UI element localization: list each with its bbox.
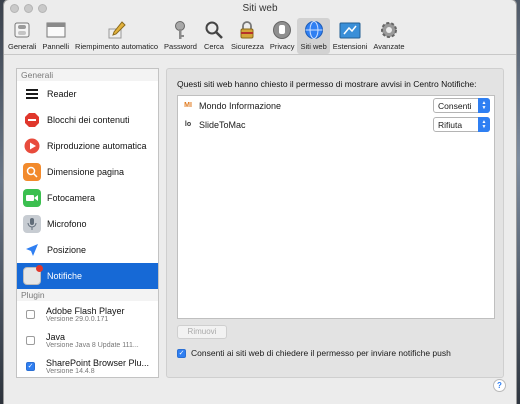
sidebar-item-dimensione-pagina[interactable]: Dimensione pagina xyxy=(17,159,158,185)
plugin-version: Versione 14.4.8 xyxy=(46,367,95,375)
websites-sidebar: Generali Reader Blocchi dei contenuti Ri… xyxy=(16,68,159,378)
site-name: Mondo Informazione xyxy=(199,100,282,111)
allow-push-requests[interactable]: ✓ Consenti ai siti web di chiedere il pe… xyxy=(177,348,451,358)
plugin-name: Adobe Flash Player xyxy=(46,305,125,316)
tabs-icon xyxy=(45,19,67,41)
tab-password[interactable]: Password xyxy=(161,18,200,54)
plugin-item: Adobe Flash Player Versione 29.0.0.171 xyxy=(17,301,158,327)
sidebar-item-label: Posizione xyxy=(47,245,87,255)
sidebar-item-label: Microfono xyxy=(47,219,87,229)
zoom-icon xyxy=(23,163,41,181)
site-favicon: MI xyxy=(184,102,192,109)
plugin-item: Java Versione Java 8 Update 111... xyxy=(17,327,158,353)
preferences-window: Siti web Generali Pannelli Riempimento a… xyxy=(4,0,516,404)
stop-icon xyxy=(23,111,41,129)
sidebar-item-label: Blocchi dei contenuti xyxy=(47,115,130,125)
sidebar-item-riproduzione-automatica[interactable]: Riproduzione automatica xyxy=(17,133,158,159)
plugin-version: Versione 29.0.0.171 xyxy=(46,315,109,323)
panel-description: Questi siti web hanno chiesto il permess… xyxy=(177,79,477,89)
sidebar-item-notifiche[interactable]: Notifiche xyxy=(17,263,158,289)
hand-icon xyxy=(271,19,293,41)
sidebar-item-label: Reader xyxy=(47,89,77,99)
tab-pannelli[interactable]: Pannelli xyxy=(39,18,72,54)
lock-icon xyxy=(236,19,258,41)
permission-value: Consenti xyxy=(438,100,472,111)
sidebar-item-blocchi-dei-contenuti[interactable]: Blocchi dei contenuti xyxy=(17,107,158,133)
plugin-item: ✓ SharePoint Browser Plu... Versione 14.… xyxy=(17,353,158,377)
permission-select[interactable]: Consenti ▲ ▼ xyxy=(433,98,490,113)
websites-pane: Generali Reader Blocchi dei contenuti Ri… xyxy=(4,56,516,404)
site-row[interactable]: lo SlideToMac Rifiuta ▲ ▼ xyxy=(178,115,494,134)
plugin-version: Versione Java 8 Update 111... xyxy=(46,341,139,349)
tab-riempimento-automatico[interactable]: Riempimento automatico xyxy=(72,18,161,54)
tab-siti-web[interactable]: Siti web xyxy=(297,18,330,54)
sidebar-item-label: Fotocamera xyxy=(47,193,96,203)
sidebar-item-label: Riproduzione automatica xyxy=(47,141,147,151)
site-row[interactable]: MI Mondo Informazione Consenti ▲ ▼ xyxy=(178,96,494,115)
remove-button[interactable]: Rimuovi xyxy=(177,325,227,339)
magnifier-icon xyxy=(203,19,225,41)
tab-cerca[interactable]: Cerca xyxy=(200,18,228,54)
key-icon xyxy=(169,19,191,41)
sidebar-item-microfono[interactable]: Microfono xyxy=(17,211,158,237)
preferences-toolbar: Generali Pannelli Riempimento automatico… xyxy=(4,18,516,55)
location-icon xyxy=(23,241,41,259)
notifications-icon xyxy=(23,265,43,285)
allow-push-label: Consenti ai siti web di chiedere il perm… xyxy=(191,348,451,358)
microphone-icon xyxy=(23,215,41,233)
plugin-name: Java xyxy=(46,331,66,342)
site-list[interactable]: MI Mondo Informazione Consenti ▲ ▼ lo Sli… xyxy=(177,95,495,319)
plugin-name: SharePoint Browser Plu... xyxy=(46,357,150,368)
general-switch-icon xyxy=(11,19,33,41)
help-button[interactable]: ? xyxy=(493,379,506,392)
play-icon xyxy=(23,137,41,155)
chevron-updown-icon: ▲ ▼ xyxy=(478,117,490,132)
reader-icon xyxy=(23,85,41,103)
tab-generali[interactable]: Generali xyxy=(5,18,39,54)
site-favicon: lo xyxy=(184,121,192,128)
plugin-enable-checkbox[interactable]: ✓ xyxy=(26,361,35,371)
plugin-enable-checkbox[interactable] xyxy=(26,309,35,319)
puzzle-icon xyxy=(339,19,361,41)
sidebar-item-reader[interactable]: Reader xyxy=(17,81,158,107)
notification-badge xyxy=(36,265,43,272)
camera-icon xyxy=(23,189,41,207)
chevron-updown-icon: ▲ ▼ xyxy=(478,98,490,113)
title-bar: Siti web xyxy=(4,0,516,18)
sidebar-section-plugin: Plugin xyxy=(17,289,158,301)
tab-estensioni[interactable]: Estensioni xyxy=(330,18,371,54)
plugin-enable-checkbox[interactable] xyxy=(26,335,35,345)
sidebar-item-fotocamera[interactable]: Fotocamera xyxy=(17,185,158,211)
notifications-panel: Questi siti web hanno chiesto il permess… xyxy=(166,68,504,378)
site-name: SlideToMac xyxy=(199,119,246,130)
pencil-icon xyxy=(106,19,128,41)
sidebar-item-label: Dimensione pagina xyxy=(47,167,125,177)
tab-privacy[interactable]: Privacy xyxy=(267,18,298,54)
permission-value: Rifiuta xyxy=(438,119,463,130)
sidebar-item-posizione[interactable]: Posizione xyxy=(17,237,158,263)
tab-avanzate[interactable]: Avanzate xyxy=(370,18,407,54)
permission-select[interactable]: Rifiuta ▲ ▼ xyxy=(433,117,490,132)
tab-sicurezza[interactable]: Sicurezza xyxy=(228,18,267,54)
allow-push-checkbox[interactable]: ✓ xyxy=(177,348,186,358)
sidebar-section-generali: Generali xyxy=(17,69,158,81)
window-title: Siti web xyxy=(242,3,278,14)
gear-icon xyxy=(378,19,400,41)
globe-icon xyxy=(303,19,325,41)
sidebar-item-label: Notifiche xyxy=(47,271,83,281)
